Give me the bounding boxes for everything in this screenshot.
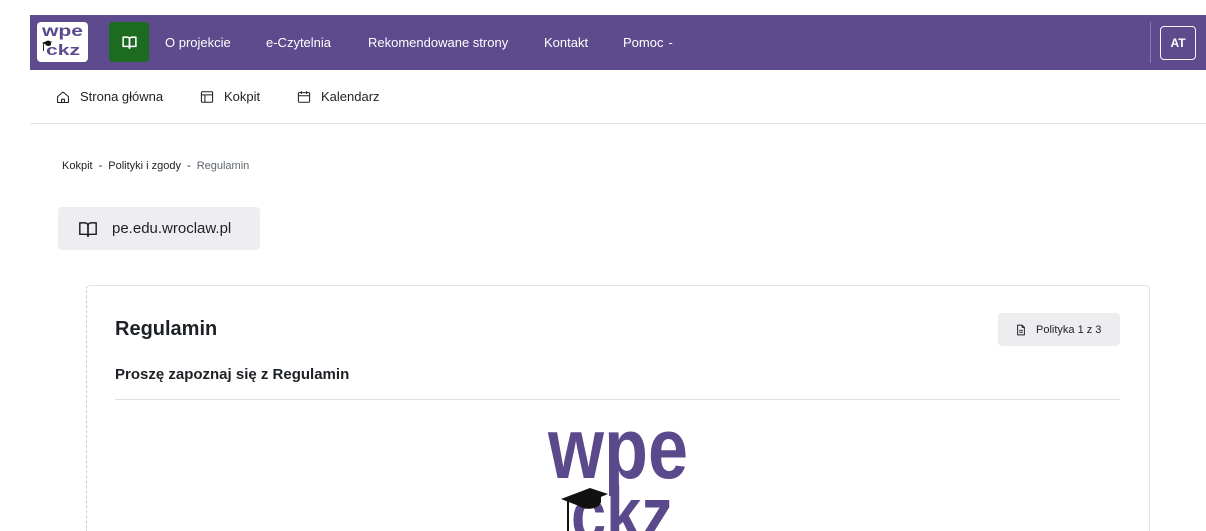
book-icon	[121, 34, 138, 51]
policy-card: Regulamin Polityka 1 z 3 Proszę zapoznaj…	[86, 285, 1150, 531]
divider	[115, 399, 1120, 400]
nav-link-help-label: Pomoc	[623, 35, 664, 50]
site-logo[interactable]: wpe ckz	[37, 22, 88, 62]
breadcrumb-separator: -	[187, 160, 191, 172]
secondary-navigation: Strona główna Kokpit Kalendarz	[30, 70, 1206, 124]
subnav-label-calendar: Kalendarz	[321, 89, 380, 104]
wpe-ckz-logo: wpe ckz	[547, 426, 688, 531]
subnav-item-home[interactable]: Strona główna	[56, 70, 163, 123]
dashboard-icon	[200, 90, 214, 104]
breadcrumb-item-current: Regulamin	[196, 160, 250, 172]
nav-link-recommended-sites[interactable]: Rekomendowane strony	[368, 15, 508, 70]
logo-line-1: wpe	[41, 23, 83, 40]
navbar-divider	[1150, 22, 1151, 63]
course-name: pe.edu.wroclaw.pl	[112, 220, 232, 237]
breadcrumb-separator: -	[98, 160, 103, 172]
subnav-label-dashboard: Kokpit	[224, 89, 261, 104]
top-navbar: wpe ckz O projekcie e-Czytelnia Rekomend…	[30, 15, 1206, 70]
policy-counter-badge: Polityka 1 z 3	[998, 313, 1120, 346]
book-icon	[78, 220, 98, 238]
breadcrumb-item-policies-and-consents[interactable]: Polityki i zgody	[108, 160, 181, 172]
subnav-item-calendar[interactable]: Kalendarz	[297, 70, 380, 123]
breadcrumb: Kokpit - Polityki i zgody - Regulamin	[62, 159, 249, 173]
course-link[interactable]: pe.edu.wroclaw.pl	[58, 207, 260, 250]
wpe-ckz-logo: wpe ckz	[41, 23, 83, 59]
breadcrumb-item-dashboard[interactable]: Kokpit	[62, 160, 93, 172]
calendar-icon	[297, 90, 311, 104]
home-icon	[56, 90, 70, 104]
nav-dropdown-help[interactable]: Pomoc -	[623, 15, 673, 70]
policy-counter-label: Polityka 1 z 3	[1036, 323, 1102, 336]
policy-prompt: Proszę zapoznaj się z Regulamin	[115, 366, 350, 383]
user-menu-avatar[interactable]: AT	[1160, 26, 1196, 60]
logo-line-2: ckz	[46, 42, 80, 59]
subnav-label-home: Strona główna	[80, 89, 164, 104]
nav-link-contact[interactable]: Kontakt	[544, 15, 588, 70]
subnav-item-dashboard[interactable]: Kokpit	[200, 70, 260, 123]
dropdown-caret-icon: -	[668, 35, 673, 50]
nav-link-e-reading-room[interactable]: e-Czytelnia	[266, 15, 331, 70]
document-icon	[1015, 324, 1027, 336]
nav-link-about-project[interactable]: O projekcie	[165, 15, 231, 70]
course-book-button[interactable]	[109, 22, 149, 62]
page-title: Regulamin	[115, 318, 218, 340]
